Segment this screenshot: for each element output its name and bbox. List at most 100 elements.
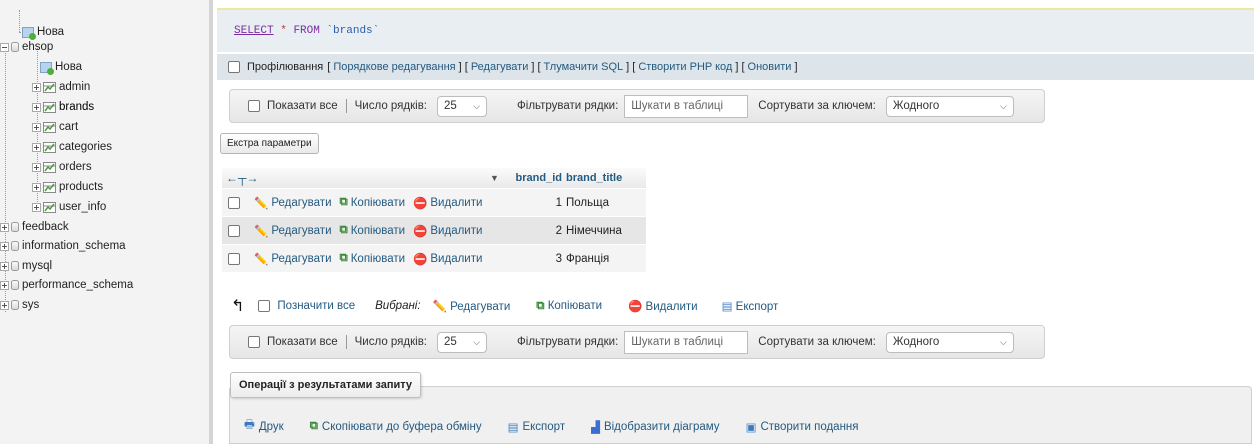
filter-rows-input[interactable]: Шукати в таблиці: [624, 330, 749, 354]
check-all-link[interactable]: Позначити все: [277, 300, 355, 312]
printer-icon: 🖶: [244, 419, 255, 431]
profiling-checkbox[interactable]: [228, 61, 240, 73]
table-icon: [43, 141, 56, 153]
nav-item-categories[interactable]: categories: [32, 137, 112, 157]
expand-icon[interactable]: [32, 82, 41, 92]
copy-icon: ⧉: [339, 196, 348, 208]
cell-brand-title[interactable]: Німеччина: [566, 225, 622, 237]
filter-rows-input[interactable]: Шукати в таблиці: [624, 94, 749, 118]
row-delete-link[interactable]: ⛔ Видалити: [413, 224, 482, 238]
column-header-brand-title[interactable]: brand_title: [566, 172, 622, 184]
create-php-code-link[interactable]: Створити PHP код: [638, 61, 732, 73]
bulk-copy-button[interactable]: ⧉ Копіювати: [536, 300, 602, 313]
chevron-down-icon: ⌵: [1000, 336, 1007, 347]
sort-by-key-select[interactable]: Жодного ⌵: [885, 95, 1014, 117]
nav-item-brands[interactable]: brands: [32, 97, 94, 117]
print-button[interactable]: 🖶 Друк: [244, 417, 284, 436]
row-copy-link[interactable]: ⧉ Копіювати: [340, 252, 406, 265]
copy-to-clipboard-button[interactable]: ⧉ Скопіювати до буфера обміну: [310, 420, 482, 433]
expand-icon[interactable]: [0, 241, 9, 251]
column-header-brand-id[interactable]: brand_id: [502, 172, 562, 184]
row-edit-link[interactable]: ✏️ Редагувати: [254, 196, 332, 210]
bulk-delete-button[interactable]: ⛔ Видалити: [628, 299, 698, 313]
table-row: ✏️ Редагувати ⧉ Копіювати ⛔ Видалити 1 Поль…: [222, 189, 646, 216]
expand-icon[interactable]: [32, 162, 41, 172]
show-all-checkbox[interactable]: [248, 100, 260, 112]
cell-brand-title[interactable]: Франція: [566, 253, 609, 265]
sort-triangle-icon[interactable]: ▼: [490, 173, 499, 183]
expand-icon[interactable]: [32, 102, 41, 112]
collapse-icon[interactable]: [0, 42, 9, 52]
nav-item-cart[interactable]: cart: [32, 117, 78, 137]
cell-brand-id[interactable]: 1: [502, 197, 562, 209]
column-resize-arrows-icon[interactable]: ←┬→: [226, 171, 259, 185]
expand-icon[interactable]: [0, 300, 9, 310]
chevron-down-icon: ⌵: [473, 336, 481, 347]
cell-brand-id[interactable]: 3: [502, 253, 562, 265]
table-icon: [43, 161, 56, 173]
nav-item-information-schema[interactable]: information_schema: [0, 236, 126, 256]
copy-icon: ⧉: [536, 299, 545, 312]
nav-item-user-info[interactable]: user_info: [32, 197, 106, 217]
row-copy-link[interactable]: ⧉ Копіювати: [340, 224, 406, 237]
nav-item-admin[interactable]: admin: [32, 77, 90, 97]
expand-icon[interactable]: [0, 261, 9, 271]
nav-item-new-table[interactable]: Нова: [40, 57, 82, 77]
inline-edit-link[interactable]: Порядкове редагування: [333, 61, 455, 73]
expand-icon[interactable]: [0, 222, 9, 232]
expand-icon[interactable]: [32, 182, 41, 192]
extra-options-button[interactable]: Екстра параметри: [220, 133, 319, 154]
expand-icon[interactable]: [32, 202, 41, 212]
nav-item-products[interactable]: products: [32, 177, 103, 197]
nav-item-performance-schema[interactable]: performance_schema: [0, 275, 133, 295]
row-checkbox[interactable]: [228, 224, 240, 237]
check-all-checkbox[interactable]: [258, 300, 271, 312]
nav-item-orders[interactable]: orders: [32, 157, 92, 177]
create-view-button[interactable]: ▣ Створити подання: [746, 420, 859, 434]
rows-count-select[interactable]: 25 ⌵: [437, 331, 488, 353]
bulk-copy-label: Копіювати: [547, 299, 603, 312]
database-icon: [11, 241, 19, 251]
filter-rows-label: Фільтрувати рядки:: [517, 336, 619, 348]
edit-query-link[interactable]: Редагувати: [471, 61, 529, 73]
pencil-icon: ✏️: [254, 197, 269, 210]
rows-count-label: Число рядків:: [354, 100, 428, 112]
row-checkbox[interactable]: [228, 196, 240, 209]
bulk-edit-button[interactable]: ✏️ Редагувати: [433, 299, 511, 313]
bulk-actions-bar: ↰ Позначити все Вибрані: ✏️ Редагувати ⧉…: [231, 296, 778, 316]
tree-connector: [19, 10, 20, 32]
nav-item-ehsop[interactable]: ehsop: [0, 37, 53, 57]
nav-item-feedback[interactable]: feedback: [0, 217, 69, 237]
delete-icon: ⛔: [628, 301, 643, 313]
bulk-edit-label: Редагувати: [450, 301, 511, 313]
row-delete-label: Видалити: [430, 224, 483, 237]
cell-brand-id[interactable]: 2: [502, 225, 562, 237]
table-icon: [43, 81, 56, 93]
expand-icon[interactable]: [0, 280, 9, 290]
row-delete-link[interactable]: ⛔ Видалити: [413, 196, 482, 210]
nav-item-sys[interactable]: sys: [0, 295, 39, 315]
cell-brand-title[interactable]: Польща: [566, 197, 609, 209]
chevron-down-icon: ⌵: [473, 100, 481, 111]
export-button[interactable]: ▤ Експорт: [508, 420, 566, 434]
export-icon: ▤: [507, 421, 519, 434]
row-edit-link[interactable]: ✏️ Редагувати: [254, 252, 332, 266]
rows-count-select[interactable]: 25 ⌵: [437, 95, 488, 117]
sql-query-box[interactable]: SELECT * FROM `brands`: [217, 10, 1254, 52]
explain-sql-link[interactable]: Тлумачити SQL: [544, 61, 624, 73]
sql-keyword-select[interactable]: SELECT: [234, 25, 274, 37]
bulk-export-button[interactable]: ▤ Експорт: [722, 299, 779, 313]
row-delete-link[interactable]: ⛔ Видалити: [413, 252, 482, 266]
row-edit-link[interactable]: ✏️ Редагувати: [254, 224, 332, 238]
separator: [345, 99, 347, 113]
delete-icon: ⛔: [413, 197, 428, 210]
refresh-link[interactable]: Оновити: [748, 61, 792, 73]
expand-icon[interactable]: [32, 142, 41, 152]
row-checkbox[interactable]: [228, 252, 240, 265]
display-chart-button[interactable]: ▟ Відобразити діаграму: [591, 420, 719, 434]
show-all-checkbox[interactable]: [248, 336, 260, 348]
row-copy-link[interactable]: ⧉ Копіювати: [340, 196, 406, 209]
nav-item-mysql[interactable]: mysql: [0, 256, 52, 276]
expand-icon[interactable]: [32, 122, 41, 132]
sort-by-key-select[interactable]: Жодного ⌵: [885, 331, 1014, 353]
